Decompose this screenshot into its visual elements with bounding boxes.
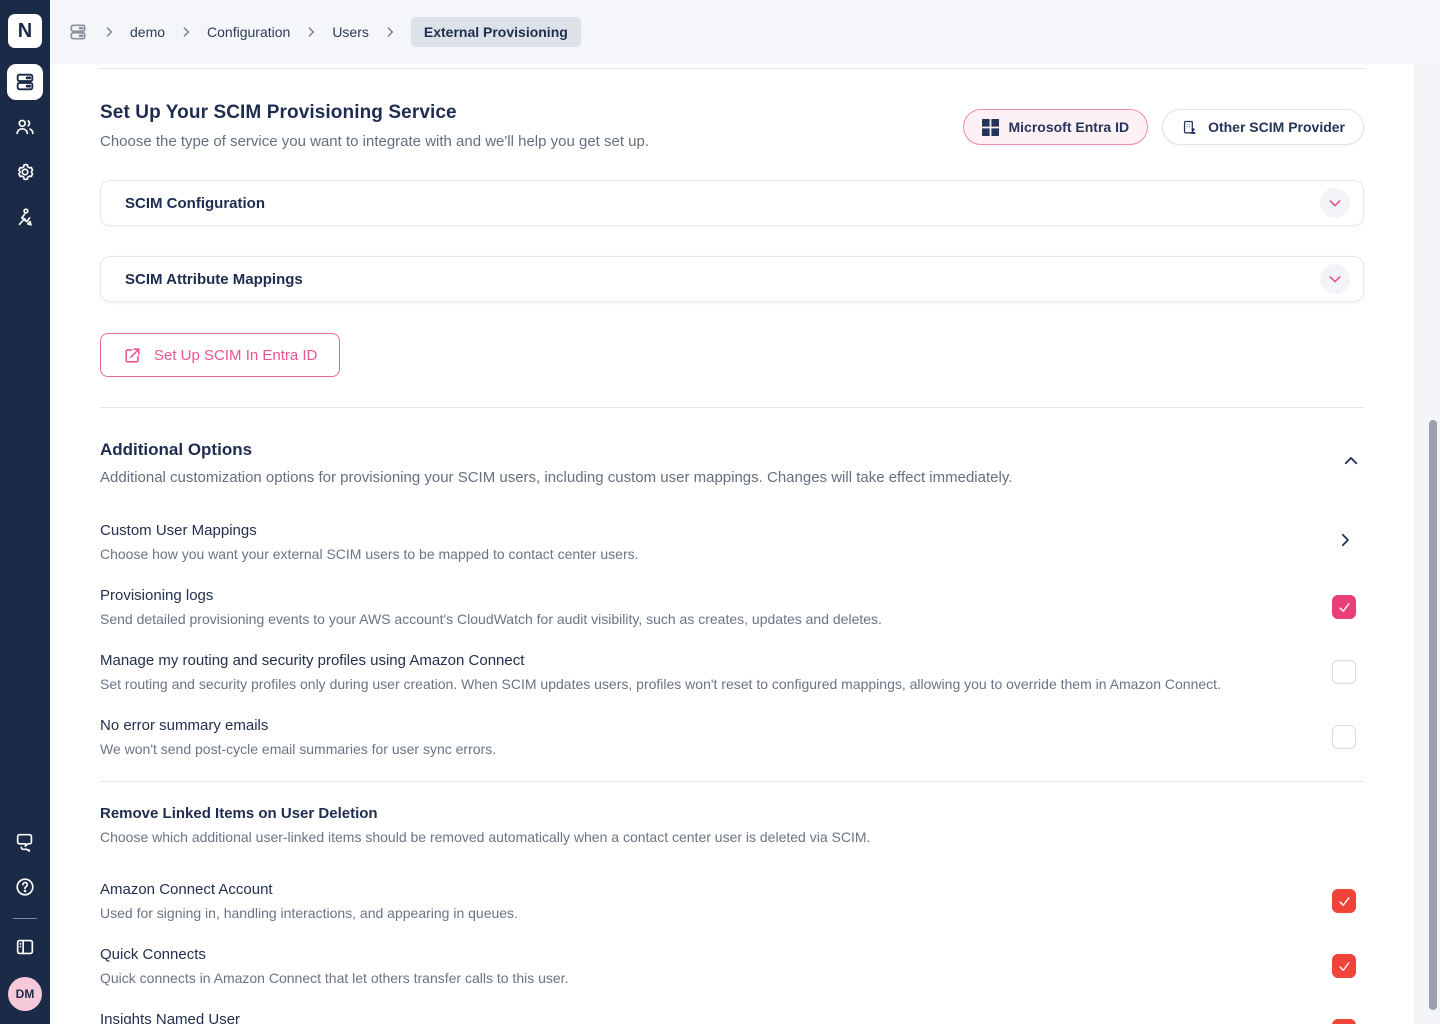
app-logo[interactable]: N <box>0 14 50 48</box>
chevron-right-icon <box>102 25 116 39</box>
building-user-icon <box>1181 119 1198 136</box>
sidebar-item-collapse-panel[interactable] <box>0 936 50 958</box>
option-label: Custom User Mappings <box>100 522 639 539</box>
insights-named-user-checkbox[interactable] <box>1332 1019 1356 1024</box>
scim-service-header: Set Up Your SCIM Provisioning Service Ch… <box>100 102 1364 150</box>
option-row-manage-profiles: Manage my routing and security profiles … <box>100 652 1364 692</box>
sidebar-item-workflows[interactable] <box>0 206 50 228</box>
users-icon <box>14 116 36 138</box>
accordion-title: SCIM Attribute Mappings <box>125 271 303 288</box>
option-label: No error summary emails <box>100 717 496 734</box>
quick-connects-checkbox[interactable] <box>1332 954 1356 978</box>
option-description: Quick connects in Amazon Connect that le… <box>100 970 568 986</box>
vertical-scrollbar[interactable] <box>1429 420 1437 1010</box>
no-error-summary-checkbox[interactable] <box>1332 725 1356 749</box>
avatar-initials: DM <box>8 977 42 1011</box>
sidebar-divider <box>13 918 37 919</box>
page-subtitle: Choose the type of service you want to i… <box>100 133 649 150</box>
option-row-amazon-connect-account: Amazon Connect Account Used for signing … <box>100 881 1364 921</box>
option-description: Send detailed provisioning events to you… <box>100 611 882 627</box>
help-icon <box>14 876 36 898</box>
breadcrumb: demo Configuration Users External Provis… <box>68 17 581 47</box>
external-link-icon <box>123 346 142 365</box>
provider-button-microsoft-entra-id[interactable]: Microsoft Entra ID <box>963 109 1149 145</box>
sidebar-item-users[interactable] <box>0 116 50 138</box>
main-content: Set Up Your SCIM Provisioning Service Ch… <box>50 64 1414 1024</box>
breadcrumb-item-demo[interactable]: demo <box>130 24 165 40</box>
option-row-insights-named-user: Insights Named User A named Insights use… <box>100 1011 1364 1024</box>
setup-scim-entra-label: Set Up SCIM In Entra ID <box>154 347 317 364</box>
option-row-provisioning-logs: Provisioning logs Send detailed provisio… <box>100 587 1364 627</box>
workflow-icon <box>14 206 36 228</box>
manage-profiles-checkbox[interactable] <box>1332 660 1356 684</box>
option-label: Amazon Connect Account <box>100 881 518 898</box>
additional-options-title: Additional Options <box>100 440 1012 460</box>
page-title: Set Up Your SCIM Provisioning Service <box>100 102 649 124</box>
provider-button-label: Microsoft Entra ID <box>1009 119 1130 135</box>
server-icon <box>14 71 36 93</box>
setup-scim-entra-button[interactable]: Set Up SCIM In Entra ID <box>100 333 340 377</box>
page: demo Configuration Users External Provis… <box>50 0 1440 1024</box>
option-label: Insights Named User <box>100 1011 478 1024</box>
option-label: Quick Connects <box>100 946 568 963</box>
top-divider <box>100 68 1364 69</box>
breadcrumb-bar: demo Configuration Users External Provis… <box>50 0 1440 64</box>
option-label: Provisioning logs <box>100 587 882 604</box>
sidebar-item-settings[interactable] <box>0 161 50 183</box>
option-label: Manage my routing and security profiles … <box>100 652 1221 669</box>
provisioning-logs-checkbox[interactable] <box>1332 595 1356 619</box>
option-description: We won't send post-cycle email summaries… <box>100 741 496 757</box>
option-description: Choose how you want your external SCIM u… <box>100 546 639 562</box>
microsoft-logo-icon <box>982 119 999 136</box>
sidebar-item-chat[interactable] <box>0 831 50 853</box>
chevron-down-icon[interactable] <box>1320 264 1350 294</box>
remove-linked-items-title: Remove Linked Items on User Deletion <box>100 805 1364 822</box>
subsection-divider <box>100 781 1364 782</box>
provider-button-label: Other SCIM Provider <box>1208 119 1345 135</box>
provider-button-other-scim[interactable]: Other SCIM Provider <box>1162 109 1364 145</box>
sidebar-item-help[interactable] <box>0 876 50 898</box>
chat-icon <box>14 831 36 853</box>
amazon-connect-account-checkbox[interactable] <box>1332 889 1356 913</box>
chevron-down-icon[interactable] <box>1320 188 1350 218</box>
chevron-right-icon <box>383 25 397 39</box>
accordion-scim-attribute-mappings[interactable]: SCIM Attribute Mappings <box>100 256 1364 302</box>
remove-linked-items-section: Remove Linked Items on User Deletion Cho… <box>100 805 1364 1024</box>
additional-options-subtitle: Additional customization options for pro… <box>100 469 1012 486</box>
option-row-custom-user-mappings[interactable]: Custom User Mappings Choose how you want… <box>100 522 1364 562</box>
additional-options-section: Additional Options Additional customizat… <box>100 440 1364 757</box>
user-avatar[interactable]: DM <box>0 977 50 1011</box>
logo-n-icon: N <box>8 14 42 48</box>
option-description: Set routing and security profiles only d… <box>100 676 1221 692</box>
sidebar-item-instances[interactable] <box>0 64 50 100</box>
panel-icon <box>14 936 36 958</box>
breadcrumb-current-external-provisioning[interactable]: External Provisioning <box>411 17 581 47</box>
gear-icon <box>14 161 36 183</box>
option-description: Used for signing in, handling interactio… <box>100 905 518 921</box>
breadcrumb-server-icon[interactable] <box>68 22 88 42</box>
chevron-right-icon <box>179 25 193 39</box>
option-row-no-error-summary: No error summary emails We won't send po… <box>100 717 1364 757</box>
app-sidebar: N <box>0 0 50 1024</box>
chevron-up-icon[interactable] <box>1342 452 1360 486</box>
chevron-right-icon <box>304 25 318 39</box>
remove-linked-items-subtitle: Choose which additional user-linked item… <box>100 829 1364 845</box>
option-row-quick-connects: Quick Connects Quick connects in Amazon … <box>100 946 1364 986</box>
accordion-title: SCIM Configuration <box>125 195 265 212</box>
breadcrumb-item-configuration[interactable]: Configuration <box>207 24 290 40</box>
section-divider <box>100 407 1364 408</box>
chevron-right-icon[interactable] <box>1336 531 1354 554</box>
breadcrumb-item-users[interactable]: Users <box>332 24 369 40</box>
accordion-scim-configuration[interactable]: SCIM Configuration <box>100 180 1364 226</box>
